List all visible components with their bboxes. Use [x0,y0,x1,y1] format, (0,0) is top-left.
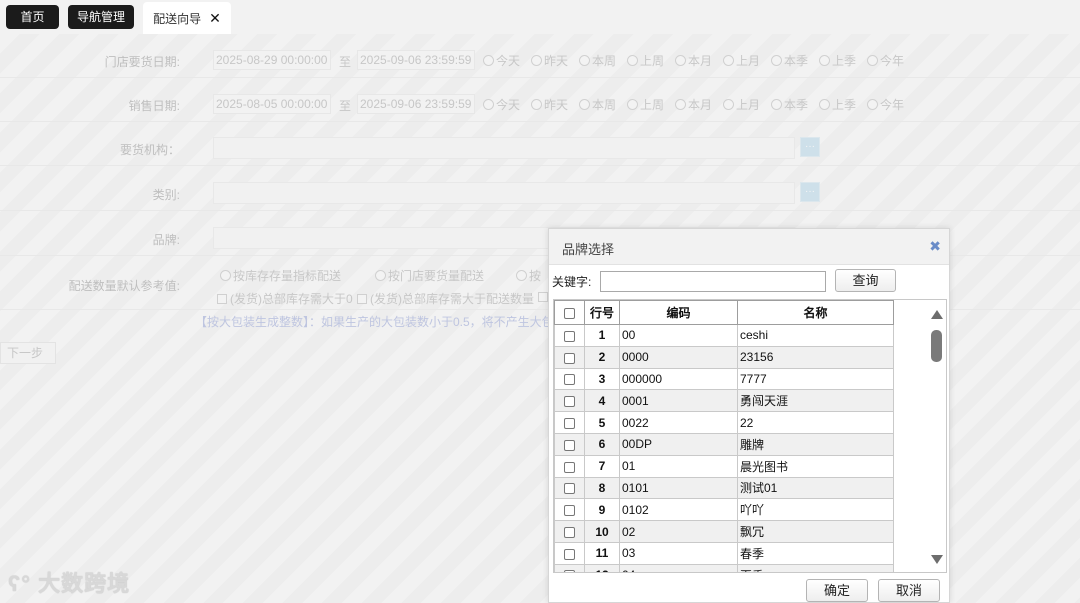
row-checkbox[interactable] [554,541,585,565]
tab-delivery-wizard[interactable]: 配送向导 ✕ [143,2,231,34]
row-code: 02 [619,520,738,543]
row-checkbox[interactable] [554,324,585,347]
cancel-button[interactable]: 取消 [878,579,940,602]
table-row[interactable]: 7 01 晨光图书 [554,454,894,478]
row-name: 7777 [737,367,894,391]
row-number: 5 [584,411,620,434]
tab-delivery-wizard-label: 配送向导 [153,12,202,26]
row-checkbox[interactable] [554,563,585,572]
column-header-no: 行号 [584,300,620,325]
scroll-thumb[interactable] [931,330,942,362]
keyword-input[interactable] [600,271,826,292]
keyword-label: 关键字: [552,275,592,289]
row-number: 10 [584,520,620,543]
column-header-code: 编码 [619,300,738,325]
row-code: 03 [619,541,738,565]
watermark: ʕ° 大数跨境 [8,571,131,596]
table-row[interactable]: 1204夏季 [554,563,894,572]
row-number: 1 [584,324,620,347]
row-number: 8 [584,476,620,500]
row-code: 0101 [619,476,738,500]
table-row[interactable]: 2 0000 23156 [554,345,894,369]
row-number: 4 [584,389,620,413]
table-header-row: 行号 编码 名称 [554,300,894,325]
table-row[interactable]: 4 0001 勇闯天涯 [554,389,894,413]
table-row[interactable]: 11 03 春季 [554,541,894,565]
row-name: 雕牌 [737,432,894,456]
row-name: 飘冗 [737,520,894,543]
row-checkbox[interactable] [554,411,585,434]
table-row[interactable]: 8 0101 测试01 [554,476,894,500]
row-name: 22 [737,411,894,434]
row-checkbox[interactable] [554,476,585,500]
row-name: 晨光图书 [737,454,894,478]
row-name: 夏季 [737,563,894,572]
row-name: 勇闯天涯 [737,389,894,413]
brand-table: 行号 编码 名称 1 00 ceshi 2 0000 23156 3 000000 7777… [554,300,894,572]
brand-select-dialog: 品牌选择 ✖ 关键字: 查询 行号 编码 名称 1 00 ceshi 2 0000 23… [548,228,950,603]
close-icon[interactable]: ✖ [929,238,941,255]
row-checkbox[interactable] [554,345,585,369]
table-row[interactable]: 1 00 ceshi [554,324,894,347]
table-row[interactable]: 6 00DP 雕牌 [554,432,894,456]
ok-button[interactable]: 确定 [806,579,868,602]
row-number: 12 [584,563,620,572]
dialog-header: 品牌选择 ✖ [549,229,949,265]
row-code: 0001 [619,389,738,413]
row-number: 2 [584,345,620,369]
dialog-title: 品牌选择 [562,242,615,257]
row-number: 7 [584,454,620,478]
row-checkbox[interactable] [554,389,585,413]
row-number: 11 [584,541,620,565]
row-code: 0000 [619,345,738,369]
row-code: 0102 [619,498,738,522]
row-checkbox[interactable] [554,498,585,522]
tab-home[interactable]: 首页 [6,5,59,29]
row-name: 吖吖 [737,498,894,522]
row-checkbox[interactable] [554,520,585,543]
row-code: 01 [619,454,738,478]
row-number: 3 [584,367,620,391]
table-row[interactable]: 3 000000 7777 [554,367,894,391]
table-row[interactable]: 10 02 飘冗 [554,520,894,543]
column-header-name: 名称 [737,300,894,325]
vertical-scrollbar[interactable] [926,300,946,572]
scroll-down-arrow-icon[interactable] [931,555,943,564]
tab-bar: 首页 导航管理 配送向导 ✕ [0,0,1080,34]
scroll-up-arrow-icon[interactable] [931,310,943,319]
row-code: 00 [619,324,738,347]
close-icon[interactable]: ✕ [209,10,221,26]
select-all-checkbox[interactable] [554,300,585,325]
row-checkbox[interactable] [554,432,585,456]
row-code: 00DP [619,432,738,456]
row-code: 000000 [619,367,738,391]
row-number: 6 [584,432,620,456]
table-row[interactable]: 5 0022 22 [554,411,894,434]
row-code: 0022 [619,411,738,434]
brand-grid: 行号 编码 名称 1 00 ceshi 2 0000 23156 3 000000 7777… [553,299,947,573]
row-name: ceshi [737,324,894,347]
row-name: 测试01 [737,476,894,500]
tab-nav-manage[interactable]: 导航管理 [68,5,134,29]
row-checkbox[interactable] [554,454,585,478]
row-name: 春季 [737,541,894,565]
table-row[interactable]: 9 0102 吖吖 [554,498,894,522]
row-number: 9 [584,498,620,522]
row-code: 04 [619,563,738,572]
row-checkbox[interactable] [554,367,585,391]
row-name: 23156 [737,345,894,369]
search-button[interactable]: 查询 [835,269,896,292]
